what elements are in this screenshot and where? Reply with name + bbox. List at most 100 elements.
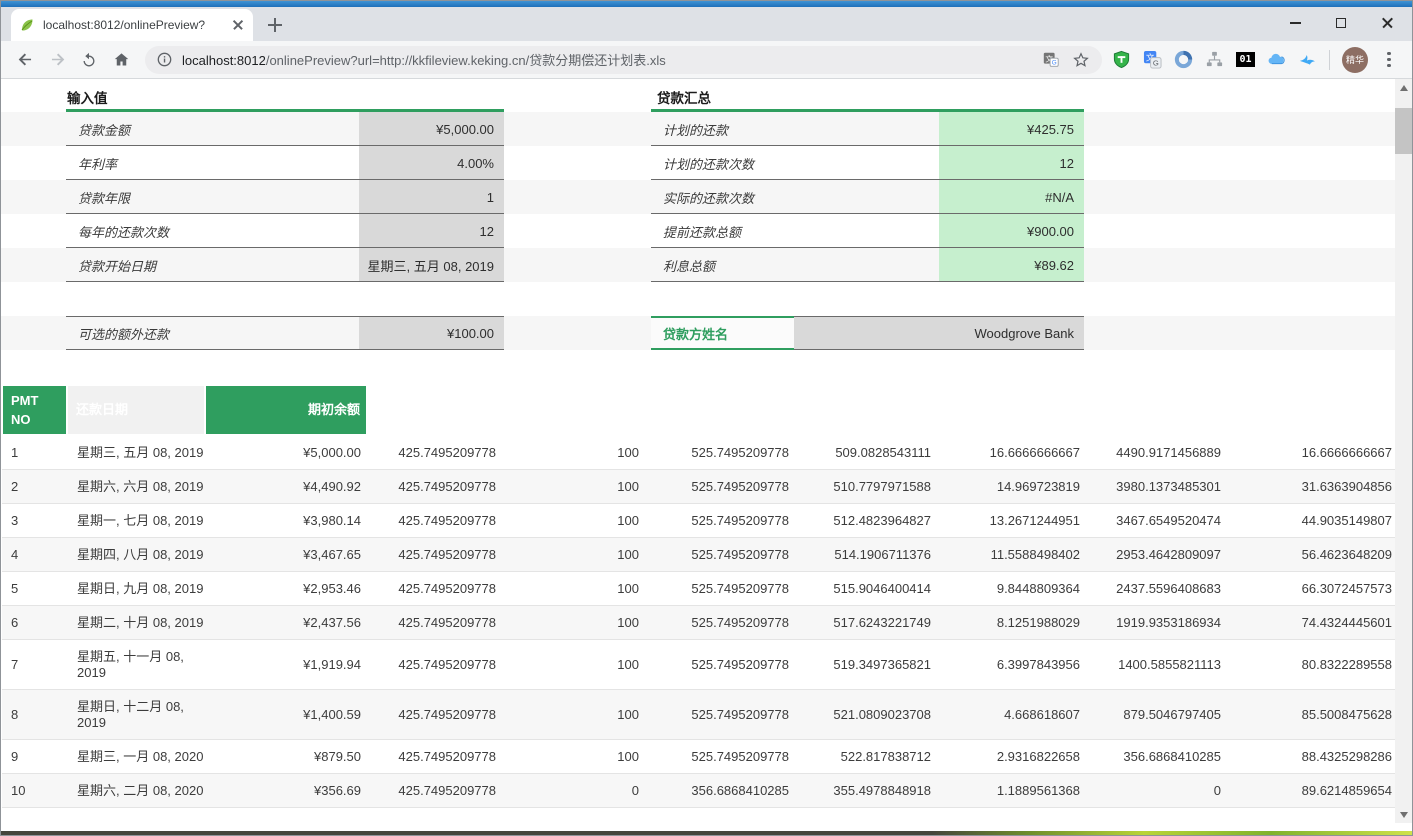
schedule-cell: 44.9035149807 xyxy=(1227,504,1397,538)
column-header: 累积利息 xyxy=(1227,385,1397,435)
input-label: 每年的还款次数 xyxy=(66,214,359,248)
schedule-cell: 425.7495209778 xyxy=(367,538,502,572)
swirl-circle-extension-icon[interactable] xyxy=(1174,50,1193,69)
forward-icon[interactable] xyxy=(43,46,71,74)
bookmark-star-icon[interactable] xyxy=(1072,51,1090,69)
schedule-cell: ¥1,919.94 xyxy=(205,640,367,690)
schedule-cell: 14.969723819 xyxy=(937,470,1086,504)
lender-name-value[interactable]: Woodgrove Bank xyxy=(794,316,1084,350)
schedule-cell: 100 xyxy=(502,435,645,470)
svg-text:G: G xyxy=(1153,59,1159,68)
schedule-cell: 85.5008475628 xyxy=(1227,690,1397,740)
back-icon[interactable] xyxy=(11,46,39,74)
schedule-cell: 100 xyxy=(502,606,645,640)
schedule-cell: 356.6868410285 xyxy=(1086,740,1227,774)
browser-toolbar: localhost:8012/onlinePreview?url=http://… xyxy=(1,41,1412,79)
schedule-cell: 515.9046400414 xyxy=(795,572,937,606)
schedule-cell: ¥3,467.65 xyxy=(205,538,367,572)
schedule-cell: 3467.6549520474 xyxy=(1086,504,1227,538)
schedule-cell: ¥879.50 xyxy=(205,740,367,774)
01-badge-extension-icon[interactable]: 01 xyxy=(1236,52,1255,67)
schedule-cell: 4 xyxy=(2,538,67,572)
amortization-schedule-table: PMT NO还款日期期初余额计划的还款额外还款还款总额本金利息期终余额累积利息 … xyxy=(1,384,1397,808)
schedule-cell: 星期三, 一月 08, 2020 xyxy=(67,740,205,774)
column-header: 还款总额 xyxy=(645,385,795,435)
schedule-cell: 16.6666666667 xyxy=(937,435,1086,470)
schedule-cell: 512.4823964827 xyxy=(795,504,937,538)
schedule-cell: 425.7495209778 xyxy=(367,572,502,606)
input-value[interactable]: 4.00% xyxy=(359,146,504,180)
translate-page-icon[interactable]: 文G xyxy=(1042,51,1060,69)
toolbar-divider xyxy=(1329,50,1330,70)
schedule-cell: 525.7495209778 xyxy=(645,435,795,470)
schedule-cell: 100 xyxy=(502,740,645,774)
schedule-cell: 星期日, 九月 08, 2019 xyxy=(67,572,205,606)
vertical-scrollbar[interactable] xyxy=(1395,79,1412,823)
scroll-up-arrow-icon[interactable] xyxy=(1395,79,1412,96)
page-info-icon[interactable] xyxy=(157,52,172,67)
url-text[interactable]: localhost:8012/onlinePreview?url=http://… xyxy=(182,50,1030,69)
input-summary-row: 贷款开始日期星期三, 五月 08, 2019利息总额¥89.62 xyxy=(1,248,1397,282)
schedule-cell: 74.4324445601 xyxy=(1227,606,1397,640)
extra-payment-row: 可选的额外还款¥100.00贷款方姓名Woodgrove Bank xyxy=(1,316,1397,350)
cloud-extension-icon[interactable] xyxy=(1267,50,1286,69)
close-button[interactable] xyxy=(1364,7,1410,39)
bird-extension-icon[interactable] xyxy=(1298,50,1317,69)
input-value[interactable]: 星期三, 五月 08, 2019 xyxy=(359,248,504,282)
translate-extension-icon[interactable]: 文G xyxy=(1143,50,1162,69)
browser-window: localhost:8012/onlinePreview? localhost xyxy=(0,0,1413,836)
schedule-row: 10星期六, 二月 08, 2020¥356.69425.74952097780… xyxy=(2,774,1397,808)
input-value[interactable]: 1 xyxy=(359,180,504,214)
schedule-cell: 5 xyxy=(2,572,67,606)
schedule-cell: 4490.9171456889 xyxy=(1086,435,1227,470)
extra-payment-value[interactable]: ¥100.00 xyxy=(359,316,504,350)
schedule-cell: 89.6214859654 xyxy=(1227,774,1397,808)
section-titles-row: 输入值 贷款汇总 xyxy=(1,79,1397,112)
schedule-cell: 525.7495209778 xyxy=(645,640,795,690)
column-header: 利息 xyxy=(937,385,1086,435)
input-value[interactable]: 12 xyxy=(359,214,504,248)
input-summary-row: 年利率4.00%计划的还款次数12 xyxy=(1,146,1397,180)
schedule-row: 2星期六, 六月 08, 2019¥4,490.92425.7495209778… xyxy=(2,470,1397,504)
address-bar[interactable]: localhost:8012/onlinePreview?url=http://… xyxy=(145,46,1102,74)
summary-label: 实际的还款次数 xyxy=(651,180,939,214)
new-tab-button[interactable] xyxy=(265,15,285,35)
schedule-cell: 525.7495209778 xyxy=(645,740,795,774)
lender-name-label: 贷款方姓名 xyxy=(651,316,794,350)
column-header: 计划的还款 xyxy=(367,385,502,435)
reload-icon[interactable] xyxy=(75,46,103,74)
summary-value: ¥900.00 xyxy=(939,214,1084,248)
schedule-cell: 16.6666666667 xyxy=(1227,435,1397,470)
scroll-down-arrow-icon[interactable] xyxy=(1395,806,1412,823)
schedule-cell: 425.7495209778 xyxy=(367,740,502,774)
sitemap-extension-icon[interactable] xyxy=(1205,50,1224,69)
tab-title: localhost:8012/onlinePreview? xyxy=(43,18,225,32)
column-header: 期初余额 xyxy=(205,385,367,435)
chrome-menu-icon[interactable] xyxy=(1380,50,1398,70)
scrollbar-thumb[interactable] xyxy=(1395,108,1412,154)
summary-value: #N/A xyxy=(939,180,1084,214)
schedule-cell: ¥2,953.46 xyxy=(205,572,367,606)
schedule-cell: 425.7495209778 xyxy=(367,470,502,504)
input-label: 贷款年限 xyxy=(66,180,359,214)
schedule-cell: 525.7495209778 xyxy=(645,504,795,538)
input-value[interactable]: ¥5,000.00 xyxy=(359,112,504,146)
maximize-button[interactable] xyxy=(1318,7,1364,39)
schedule-cell: 425.7495209778 xyxy=(367,640,502,690)
schedule-cell: 2.9316822658 xyxy=(937,740,1086,774)
schedule-cell: 425.7495209778 xyxy=(367,435,502,470)
summary-label: 计划的还款次数 xyxy=(651,146,939,180)
minimize-button[interactable] xyxy=(1272,7,1318,39)
schedule-cell: 7 xyxy=(2,640,67,690)
schedule-cell: 4.668618607 xyxy=(937,690,1086,740)
home-icon[interactable] xyxy=(107,46,135,74)
tampermonkey-shield-icon[interactable] xyxy=(1112,50,1131,69)
profile-avatar[interactable]: 精华 xyxy=(1342,47,1368,73)
schedule-cell: 509.0828543111 xyxy=(795,435,937,470)
tab-close-icon[interactable] xyxy=(231,18,245,32)
schedule-cell: 425.7495209778 xyxy=(367,504,502,538)
schedule-cell: 56.4623648209 xyxy=(1227,538,1397,572)
schedule-cell: ¥3,980.14 xyxy=(205,504,367,538)
page-background-strip xyxy=(1,831,1412,835)
browser-tab[interactable]: localhost:8012/onlinePreview? xyxy=(11,9,253,41)
